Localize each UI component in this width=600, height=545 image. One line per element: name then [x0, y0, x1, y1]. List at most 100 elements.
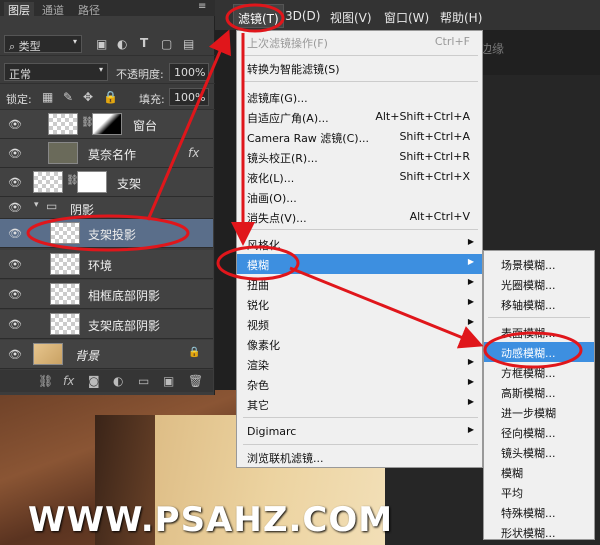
submenu-arrow-icon: ▶	[467, 257, 474, 266]
trash-icon[interactable]: 🗑	[188, 374, 203, 388]
layer-group-row[interactable]: 👁 ▾ ▭ 阴影	[0, 197, 213, 219]
layer-row[interactable]: 👁 ⛓ 支架	[0, 168, 213, 197]
blur-item-motion[interactable]: 动感模糊...	[484, 342, 594, 362]
menu-item-camera-raw[interactable]: Camera Raw 滤镜(C)... Shift+Ctrl+A	[237, 127, 482, 147]
blur-item-tilt-shift[interactable]: 移轴模糊...	[484, 294, 594, 314]
menu-separator	[243, 229, 478, 230]
blur-item-label: 动感模糊...	[501, 347, 556, 360]
menu-item-label: 杂色	[247, 379, 269, 392]
menu-item-browse-online[interactable]: 浏览联机滤镜...	[237, 447, 482, 467]
options-edge-text: 边缘	[480, 42, 505, 56]
menu-item-vanishing-point[interactable]: 消失点(V)... Alt+Ctrl+V	[237, 207, 482, 227]
opacity-field[interactable]: 100%	[169, 63, 209, 81]
menu-item-label: 镜头校正(R)...	[247, 152, 318, 165]
menu-item-digimarc[interactable]: Digimarc ▶	[237, 422, 482, 442]
menu-item-render[interactable]: 渲染 ▶	[237, 354, 482, 374]
blur-item-box[interactable]: 方框模糊...	[484, 362, 594, 382]
menu-item-label: 自适应广角(A)...	[247, 112, 329, 125]
eye-icon[interactable]: 👁	[8, 118, 22, 131]
menu-item-oil-paint[interactable]: 油画(O)...	[237, 187, 482, 207]
shape-filter-icon[interactable]: ▢	[161, 37, 172, 51]
fx-icon[interactable]: fx	[63, 374, 74, 388]
panel-menu-icon[interactable]: ≡	[198, 1, 206, 12]
menu-item-distort[interactable]: 扭曲 ▶	[237, 274, 482, 294]
blur-item-gaussian[interactable]: 高斯模糊...	[484, 382, 594, 402]
layer-row[interactable]: 👁 ⛓ 窗台	[0, 110, 213, 139]
blur-item-label: 进一步模糊	[501, 407, 556, 420]
eye-icon[interactable]: 👁	[8, 201, 22, 214]
layer-row[interactable]: 👁 环境	[0, 250, 213, 279]
menu-item-blur[interactable]: 模糊 ▶	[237, 254, 482, 274]
menu-item-other[interactable]: 其它 ▶	[237, 394, 482, 414]
smart-object-filter-icon[interactable]: ▤	[183, 37, 194, 51]
menu-3d[interactable]: 3D(D)	[285, 9, 320, 23]
blur-item-radial[interactable]: 径向模糊...	[484, 422, 594, 442]
eye-icon[interactable]: 👁	[8, 348, 22, 361]
blur-item-label: 表面模糊...	[501, 327, 556, 340]
menu-item-pixelate[interactable]: 像素化 ▶	[237, 334, 482, 354]
menu-item-shortcut: Alt+Shift+Ctrl+A	[375, 110, 470, 123]
menu-item-noise[interactable]: 杂色 ▶	[237, 374, 482, 394]
menu-item-last-filter[interactable]: 上次滤镜操作(F) Ctrl+F	[237, 32, 482, 52]
type-filter-icon[interactable]: T	[140, 36, 148, 50]
menu-item-sharpen[interactable]: 锐化 ▶	[237, 294, 482, 314]
menu-item-adaptive-wide-angle[interactable]: 自适应广角(A)... Alt+Shift+Ctrl+A	[237, 107, 482, 127]
blur-item-blur-more[interactable]: 进一步模糊	[484, 402, 594, 422]
menu-item-convert-smart[interactable]: 转换为智能滤镜(S)	[237, 58, 482, 78]
blur-item-iris[interactable]: 光圈模糊...	[484, 274, 594, 294]
blend-mode-dropdown[interactable]: 正常 ▾	[4, 63, 108, 81]
menu-item-stylize[interactable]: 风格化 ▶	[237, 234, 482, 254]
eye-icon[interactable]: 👁	[8, 318, 22, 331]
blur-item-field[interactable]: 场景模糊...	[484, 254, 594, 274]
tab-paths[interactable]: 路径	[78, 2, 100, 18]
tab-channels[interactable]: 通道	[42, 2, 64, 18]
layer-row-selected[interactable]: 👁 支架投影	[0, 219, 213, 248]
lock-move-icon[interactable]: ✥	[83, 90, 93, 104]
new-layer-icon[interactable]: ▣	[163, 374, 174, 388]
layer-row[interactable]: 👁 背景 🔒	[0, 340, 213, 369]
menu-item-label: 锐化	[247, 299, 269, 312]
panel-tabs: 图层 通道 路径 ≡	[0, 0, 215, 18]
blur-item-surface[interactable]: 表面模糊...	[484, 322, 594, 342]
eye-icon[interactable]: 👁	[8, 227, 22, 240]
adjustment-layer-icon[interactable]: ◐	[113, 374, 123, 388]
tab-layers[interactable]: 图层	[4, 2, 34, 17]
layer-row[interactable]: 👁 相框底部阴影	[0, 280, 213, 309]
expand-arrow-icon[interactable]: ▾	[34, 200, 39, 210]
submenu-arrow-icon: ▶	[467, 237, 474, 246]
lock-transparent-icon[interactable]: ▦	[42, 90, 53, 104]
menu-item-lens-correction[interactable]: 镜头校正(R)... Shift+Ctrl+R	[237, 147, 482, 167]
blur-item-smart[interactable]: 特殊模糊...	[484, 502, 594, 522]
blur-item-label: 光圈模糊...	[501, 279, 556, 292]
eye-icon[interactable]: 👁	[8, 258, 22, 271]
menu-window[interactable]: 窗口(W)	[384, 9, 429, 26]
menu-item-label: 转换为智能滤镜(S)	[247, 63, 340, 76]
fill-field[interactable]: 100%	[169, 88, 209, 106]
menu-item-filter-gallery[interactable]: 滤镜库(G)...	[237, 87, 482, 107]
menu-item-shortcut: Shift+Ctrl+X	[399, 170, 470, 183]
menu-view[interactable]: 视图(V)	[330, 9, 372, 26]
adjustment-filter-icon[interactable]: ◐	[117, 37, 127, 51]
menu-help[interactable]: 帮助(H)	[440, 9, 482, 26]
lock-all-icon[interactable]: 🔒	[103, 90, 118, 104]
link-layers-icon[interactable]: ⛓	[38, 374, 53, 388]
eye-icon[interactable]: 👁	[8, 147, 22, 160]
menu-filter[interactable]: 滤镜(T)	[233, 4, 284, 28]
layer-row[interactable]: 👁 莫奈名作 fx	[0, 139, 213, 168]
eye-icon[interactable]: 👁	[8, 176, 22, 189]
fx-icon[interactable]: fx	[188, 146, 199, 160]
layer-row[interactable]: 👁 支架底部阴影	[0, 310, 213, 339]
menu-item-video[interactable]: 视频 ▶	[237, 314, 482, 334]
add-mask-icon[interactable]: ◙	[88, 374, 100, 388]
new-group-icon[interactable]: ▭	[138, 374, 149, 388]
menu-item-liquify[interactable]: 液化(L)... Shift+Ctrl+X	[237, 167, 482, 187]
blur-item-average[interactable]: 平均	[484, 482, 594, 502]
pixel-filter-icon[interactable]: ▣	[96, 37, 107, 51]
lock-brush-icon[interactable]: ✎	[63, 90, 73, 104]
eye-icon[interactable]: 👁	[8, 288, 22, 301]
kind-dropdown[interactable]: ⌕ 类型 ▾	[4, 35, 82, 53]
blur-item-blur[interactable]: 模糊	[484, 462, 594, 482]
blur-item-lens[interactable]: 镜头模糊...	[484, 442, 594, 462]
menu-separator	[243, 55, 478, 56]
blur-item-shape[interactable]: 形状模糊...	[484, 522, 594, 542]
